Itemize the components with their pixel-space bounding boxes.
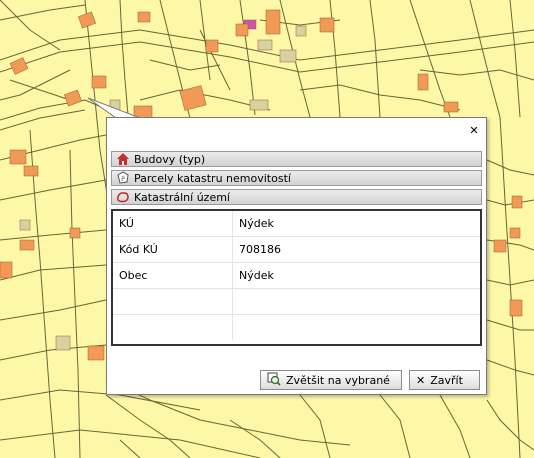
table-row: [113, 315, 480, 341]
table-row: [113, 289, 480, 315]
attribute-name: [113, 315, 233, 340]
zoom-icon: [267, 372, 281, 389]
section-label: Katastrální území: [134, 190, 230, 204]
close-button[interactable]: ✕ Zavřít: [409, 370, 480, 390]
attribute-value: [233, 315, 480, 340]
table-row: Kód KÚ 708186: [113, 237, 480, 263]
section-parcely[interactable]: P Parcely katastru nemovitostí: [111, 170, 482, 186]
attribute-value: Nýdek: [239, 217, 274, 230]
feature-info-popup: ✕ Budovy (typ) P Parcely katastru nemovi…: [106, 117, 487, 395]
attribute-name: Kód KÚ: [113, 237, 233, 262]
section-budovy[interactable]: Budovy (typ): [111, 151, 482, 167]
x-icon: ✕: [416, 373, 426, 387]
table-row: KÚ Nýdek: [113, 211, 480, 237]
attribute-name: [113, 289, 233, 314]
attribute-table: KÚ Nýdek Kód KÚ 708186 Obec Nýdek: [111, 209, 482, 346]
close-label: Zavřít: [430, 373, 463, 387]
close-icon[interactable]: ✕: [469, 125, 479, 136]
section-label: Budovy (typ): [134, 152, 206, 166]
section-label: Parcely katastru nemovitostí: [134, 171, 291, 185]
attribute-value: 708186: [239, 243, 281, 256]
attribute-value: [233, 289, 480, 314]
building-icon: [116, 152, 130, 166]
section-katastralni-uzemi[interactable]: Katastrální území: [111, 189, 482, 205]
zoom-to-selected-button[interactable]: Zvětšit na vybrané: [260, 370, 402, 390]
parcel-icon: P: [116, 171, 130, 185]
attribute-name: Obec: [113, 263, 233, 288]
table-row: Obec Nýdek: [113, 263, 480, 289]
territory-icon: [116, 190, 130, 204]
attribute-value: Nýdek: [239, 269, 274, 282]
svg-text:P: P: [121, 176, 125, 183]
attribute-name: KÚ: [113, 211, 233, 236]
zoom-to-selected-label: Zvětšit na vybrané: [286, 373, 390, 387]
